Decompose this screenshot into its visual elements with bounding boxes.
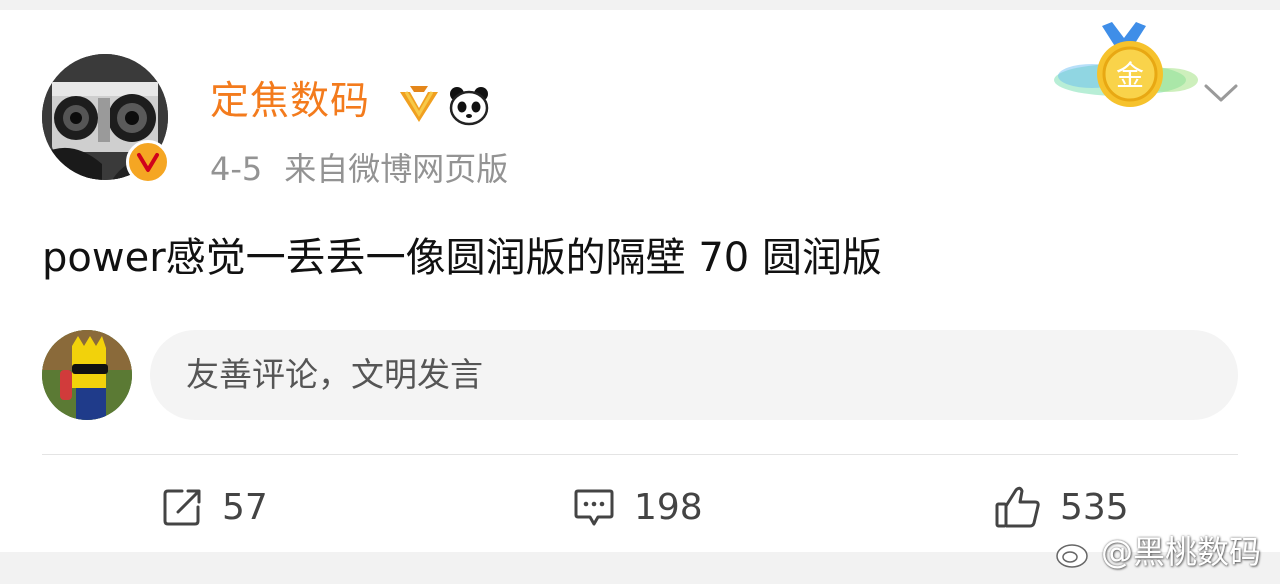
repost-button[interactable]: 57 <box>160 476 268 538</box>
repost-count: 57 <box>222 486 268 528</box>
repost-icon <box>163 489 201 526</box>
like-count: 535 <box>1060 486 1129 528</box>
post-text: power感觉一丢丢一像圆润版的隔壁 70 圆润版 <box>42 235 882 281</box>
current-user-avatar-image <box>42 330 132 420</box>
gold-v-badge-icon <box>400 86 438 122</box>
verified-badge-icon <box>126 140 170 184</box>
like-button[interactable]: 535 <box>994 476 1129 538</box>
gold-medal-icon: 金 <box>1054 22 1198 107</box>
medal-char: 金 <box>1116 59 1144 92</box>
weibo-logo-icon <box>1056 537 1093 568</box>
current-user-avatar[interactable] <box>42 330 132 420</box>
thumbs-up-icon <box>995 486 1040 528</box>
comment-input[interactable]: 友善评论，文明发言 <box>150 330 1238 420</box>
post-date: 4-5 <box>210 150 263 188</box>
comment-icon <box>574 489 614 526</box>
author-name[interactable]: 定焦数码 <box>210 72 370 132</box>
watermark-text: @黑桃数码 <box>1101 533 1262 571</box>
chevron-down-icon[interactable] <box>1198 72 1244 112</box>
panda-badge-icon <box>449 87 489 126</box>
divider <box>42 454 1238 455</box>
weibo-post-card: 定焦数码 4-5 来自微博网页版 金 power感觉一丢丢一像圆润版的隔壁 70 … <box>0 10 1280 552</box>
post-meta: 4-5 来自微博网页版 <box>210 146 508 192</box>
watermark: @黑桃数码 <box>1055 532 1261 572</box>
comment-button[interactable]: 198 <box>572 476 703 538</box>
comment-count: 198 <box>634 486 703 528</box>
post-source[interactable]: 来自微博网页版 <box>284 150 508 188</box>
